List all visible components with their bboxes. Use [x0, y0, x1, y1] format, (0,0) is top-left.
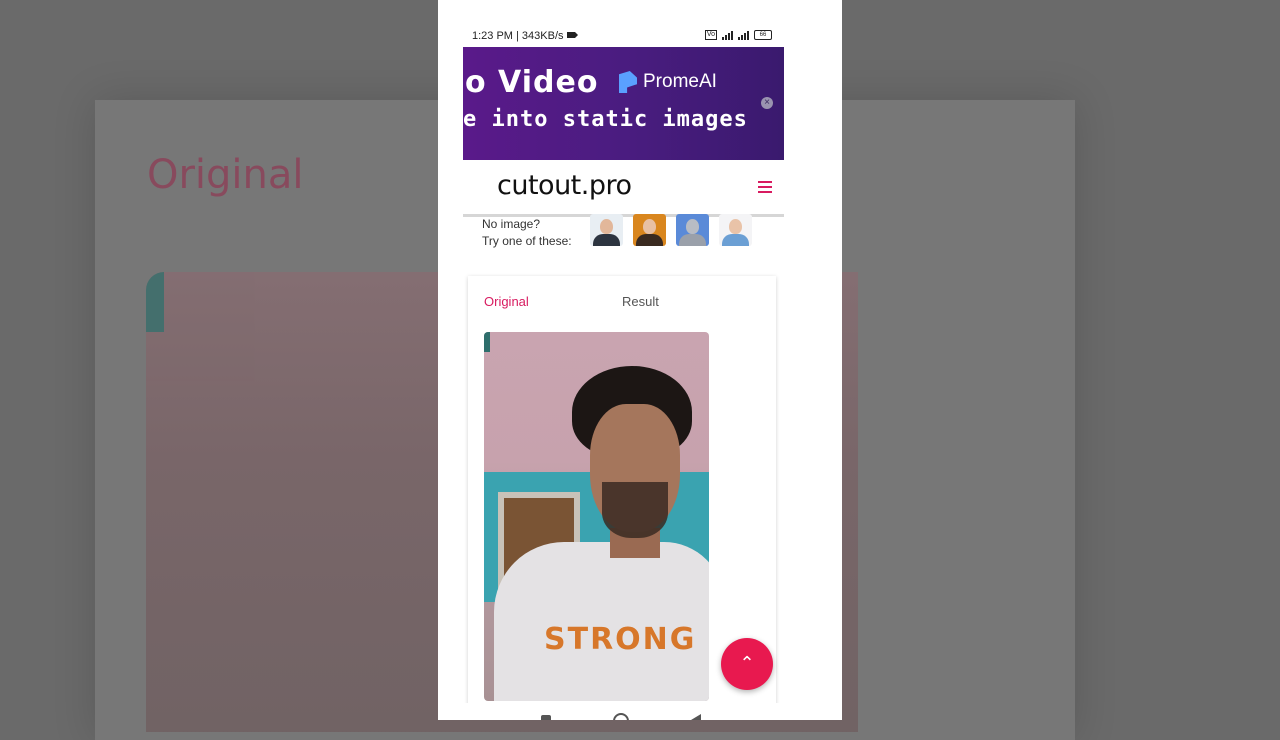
original-photo: STRONG	[484, 332, 709, 701]
status-left: 1:23 PM | 343KB/s	[472, 30, 578, 42]
signal-icon-2	[738, 31, 749, 40]
chevron-up-icon: ⌃	[739, 653, 755, 673]
sample-thumb-woman[interactable]	[633, 214, 666, 246]
site-logo[interactable]: cutout.pro	[497, 170, 632, 201]
sample-thumb-man[interactable]	[590, 214, 623, 246]
background-title: Original	[147, 152, 304, 198]
tab-result[interactable]: Result	[622, 294, 659, 309]
ad-subline: e into static images	[463, 107, 748, 132]
scroll-top-button[interactable]: ⌃	[721, 638, 773, 690]
sample-prompt: No image? Try one of these:	[482, 216, 572, 250]
ad-brand: PromeAI	[619, 71, 717, 93]
sample-prompt-line1: No image?	[482, 217, 541, 231]
status-bar: 1:23 PM | 343KB/s Vo 66	[438, 26, 842, 46]
battery-icon: 66	[754, 30, 772, 40]
sample-thumb-statue[interactable]	[676, 214, 709, 246]
phone-screen: 1:23 PM | 343KB/s Vo 66 o Video PromeAI …	[438, 0, 842, 720]
status-time: 1:23 PM | 343KB/s	[472, 30, 564, 42]
ad-headline: o Video	[465, 65, 599, 100]
recent-apps-icon[interactable]	[541, 715, 551, 720]
tab-original[interactable]: Original	[484, 294, 529, 309]
site-header: cutout.pro	[463, 160, 784, 217]
screen-record-icon	[566, 32, 578, 38]
hamburger-menu-icon[interactable]	[758, 181, 772, 193]
ad-close-icon[interactable]: ×	[761, 97, 773, 109]
android-nav-bar	[438, 703, 842, 720]
promeai-logo-icon	[619, 71, 637, 93]
sample-thumb-baby[interactable]	[719, 214, 752, 246]
ad-brand-name: PromeAI	[643, 71, 717, 92]
ad-banner[interactable]: o Video PromeAI e into static images ×	[463, 47, 784, 160]
background-photo-edge	[146, 272, 164, 332]
signal-icon	[722, 31, 733, 40]
shirt-print: STRONG	[544, 622, 697, 657]
sample-thumbnails	[590, 214, 752, 246]
back-icon[interactable]	[691, 714, 701, 720]
sample-prompt-line2: Try one of these:	[482, 234, 572, 248]
home-icon[interactable]	[613, 713, 629, 720]
status-right: Vo 66	[704, 30, 772, 40]
volte-icon: Vo	[704, 30, 717, 40]
